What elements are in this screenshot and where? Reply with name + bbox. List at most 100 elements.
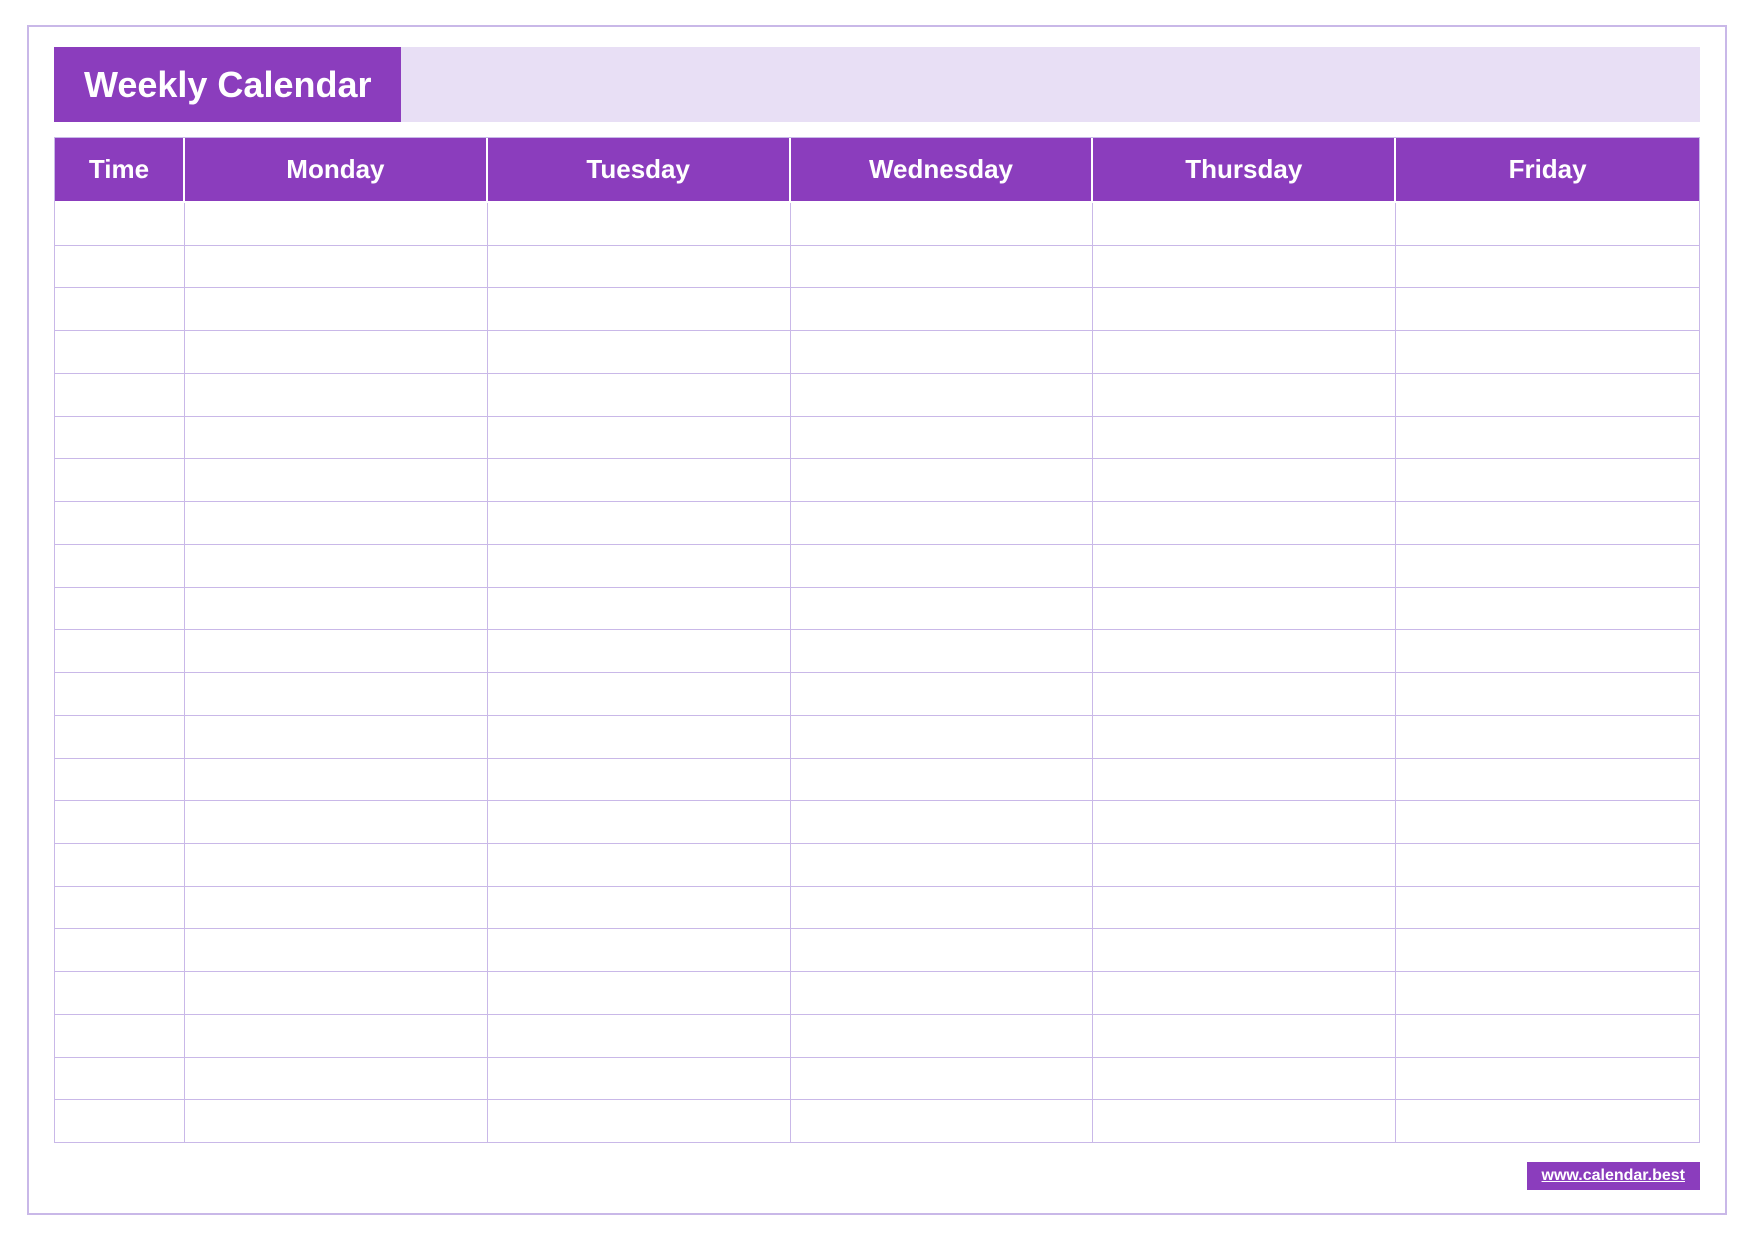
cell-row12-col4[interactable]	[1093, 716, 1396, 758]
cell-row14-col0[interactable]	[55, 801, 185, 843]
cell-row17-col0[interactable]	[55, 929, 185, 971]
cell-row13-col4[interactable]	[1093, 759, 1396, 801]
cell-row7-col5[interactable]	[1396, 502, 1699, 544]
cell-row17-col3[interactable]	[791, 929, 1094, 971]
cell-row19-col1[interactable]	[185, 1015, 488, 1057]
cell-row0-col4[interactable]	[1093, 203, 1396, 245]
cell-row5-col2[interactable]	[488, 417, 791, 459]
cell-row16-col3[interactable]	[791, 887, 1094, 929]
cell-row5-col1[interactable]	[185, 417, 488, 459]
cell-row20-col5[interactable]	[1396, 1058, 1699, 1100]
cell-row10-col0[interactable]	[55, 630, 185, 672]
cell-row4-col0[interactable]	[55, 374, 185, 416]
cell-row7-col1[interactable]	[185, 502, 488, 544]
cell-row21-col5[interactable]	[1396, 1100, 1699, 1142]
cell-row4-col5[interactable]	[1396, 374, 1699, 416]
cell-row9-col0[interactable]	[55, 588, 185, 630]
cell-row3-col5[interactable]	[1396, 331, 1699, 373]
cell-row5-col4[interactable]	[1093, 417, 1396, 459]
cell-row1-col3[interactable]	[791, 246, 1094, 288]
cell-row10-col5[interactable]	[1396, 630, 1699, 672]
cell-row18-col1[interactable]	[185, 972, 488, 1014]
cell-row14-col4[interactable]	[1093, 801, 1396, 843]
cell-row13-col0[interactable]	[55, 759, 185, 801]
cell-row21-col1[interactable]	[185, 1100, 488, 1142]
cell-row16-col0[interactable]	[55, 887, 185, 929]
footer-link[interactable]: www.calendar.best	[1527, 1162, 1700, 1190]
cell-row14-col1[interactable]	[185, 801, 488, 843]
cell-row6-col5[interactable]	[1396, 459, 1699, 501]
cell-row12-col5[interactable]	[1396, 716, 1699, 758]
cell-row8-col1[interactable]	[185, 545, 488, 587]
cell-row16-col5[interactable]	[1396, 887, 1699, 929]
cell-row11-col4[interactable]	[1093, 673, 1396, 715]
cell-row17-col4[interactable]	[1093, 929, 1396, 971]
cell-row7-col4[interactable]	[1093, 502, 1396, 544]
cell-row1-col1[interactable]	[185, 246, 488, 288]
cell-row3-col1[interactable]	[185, 331, 488, 373]
cell-row18-col4[interactable]	[1093, 972, 1396, 1014]
cell-row0-col3[interactable]	[791, 203, 1094, 245]
cell-row2-col1[interactable]	[185, 288, 488, 330]
cell-row20-col1[interactable]	[185, 1058, 488, 1100]
cell-row4-col2[interactable]	[488, 374, 791, 416]
cell-row15-col3[interactable]	[791, 844, 1094, 886]
cell-row2-col3[interactable]	[791, 288, 1094, 330]
cell-row1-col5[interactable]	[1396, 246, 1699, 288]
cell-row9-col2[interactable]	[488, 588, 791, 630]
cell-row20-col2[interactable]	[488, 1058, 791, 1100]
cell-row14-col3[interactable]	[791, 801, 1094, 843]
cell-row15-col1[interactable]	[185, 844, 488, 886]
cell-row4-col4[interactable]	[1093, 374, 1396, 416]
cell-row15-col2[interactable]	[488, 844, 791, 886]
cell-row9-col4[interactable]	[1093, 588, 1396, 630]
cell-row7-col0[interactable]	[55, 502, 185, 544]
cell-row1-col0[interactable]	[55, 246, 185, 288]
cell-row1-col2[interactable]	[488, 246, 791, 288]
cell-row21-col4[interactable]	[1093, 1100, 1396, 1142]
cell-row11-col0[interactable]	[55, 673, 185, 715]
cell-row8-col5[interactable]	[1396, 545, 1699, 587]
cell-row15-col0[interactable]	[55, 844, 185, 886]
cell-row9-col3[interactable]	[791, 588, 1094, 630]
cell-row7-col2[interactable]	[488, 502, 791, 544]
cell-row6-col3[interactable]	[791, 459, 1094, 501]
cell-row11-col2[interactable]	[488, 673, 791, 715]
cell-row19-col0[interactable]	[55, 1015, 185, 1057]
cell-row20-col4[interactable]	[1093, 1058, 1396, 1100]
cell-row8-col4[interactable]	[1093, 545, 1396, 587]
cell-row12-col2[interactable]	[488, 716, 791, 758]
cell-row3-col4[interactable]	[1093, 331, 1396, 373]
cell-row6-col1[interactable]	[185, 459, 488, 501]
cell-row8-col2[interactable]	[488, 545, 791, 587]
cell-row18-col2[interactable]	[488, 972, 791, 1014]
cell-row12-col0[interactable]	[55, 716, 185, 758]
cell-row5-col5[interactable]	[1396, 417, 1699, 459]
cell-row10-col4[interactable]	[1093, 630, 1396, 672]
cell-row17-col5[interactable]	[1396, 929, 1699, 971]
cell-row11-col3[interactable]	[791, 673, 1094, 715]
cell-row20-col3[interactable]	[791, 1058, 1094, 1100]
cell-row17-col1[interactable]	[185, 929, 488, 971]
cell-row10-col2[interactable]	[488, 630, 791, 672]
cell-row15-col4[interactable]	[1093, 844, 1396, 886]
cell-row4-col3[interactable]	[791, 374, 1094, 416]
cell-row1-col4[interactable]	[1093, 246, 1396, 288]
cell-row7-col3[interactable]	[791, 502, 1094, 544]
cell-row14-col5[interactable]	[1396, 801, 1699, 843]
cell-row21-col3[interactable]	[791, 1100, 1094, 1142]
cell-row13-col5[interactable]	[1396, 759, 1699, 801]
cell-row15-col5[interactable]	[1396, 844, 1699, 886]
cell-row21-col0[interactable]	[55, 1100, 185, 1142]
cell-row9-col1[interactable]	[185, 588, 488, 630]
cell-row5-col3[interactable]	[791, 417, 1094, 459]
cell-row17-col2[interactable]	[488, 929, 791, 971]
cell-row13-col2[interactable]	[488, 759, 791, 801]
cell-row3-col3[interactable]	[791, 331, 1094, 373]
cell-row6-col2[interactable]	[488, 459, 791, 501]
cell-row8-col3[interactable]	[791, 545, 1094, 587]
cell-row11-col5[interactable]	[1396, 673, 1699, 715]
cell-row12-col1[interactable]	[185, 716, 488, 758]
cell-row3-col2[interactable]	[488, 331, 791, 373]
cell-row0-col0[interactable]	[55, 203, 185, 245]
